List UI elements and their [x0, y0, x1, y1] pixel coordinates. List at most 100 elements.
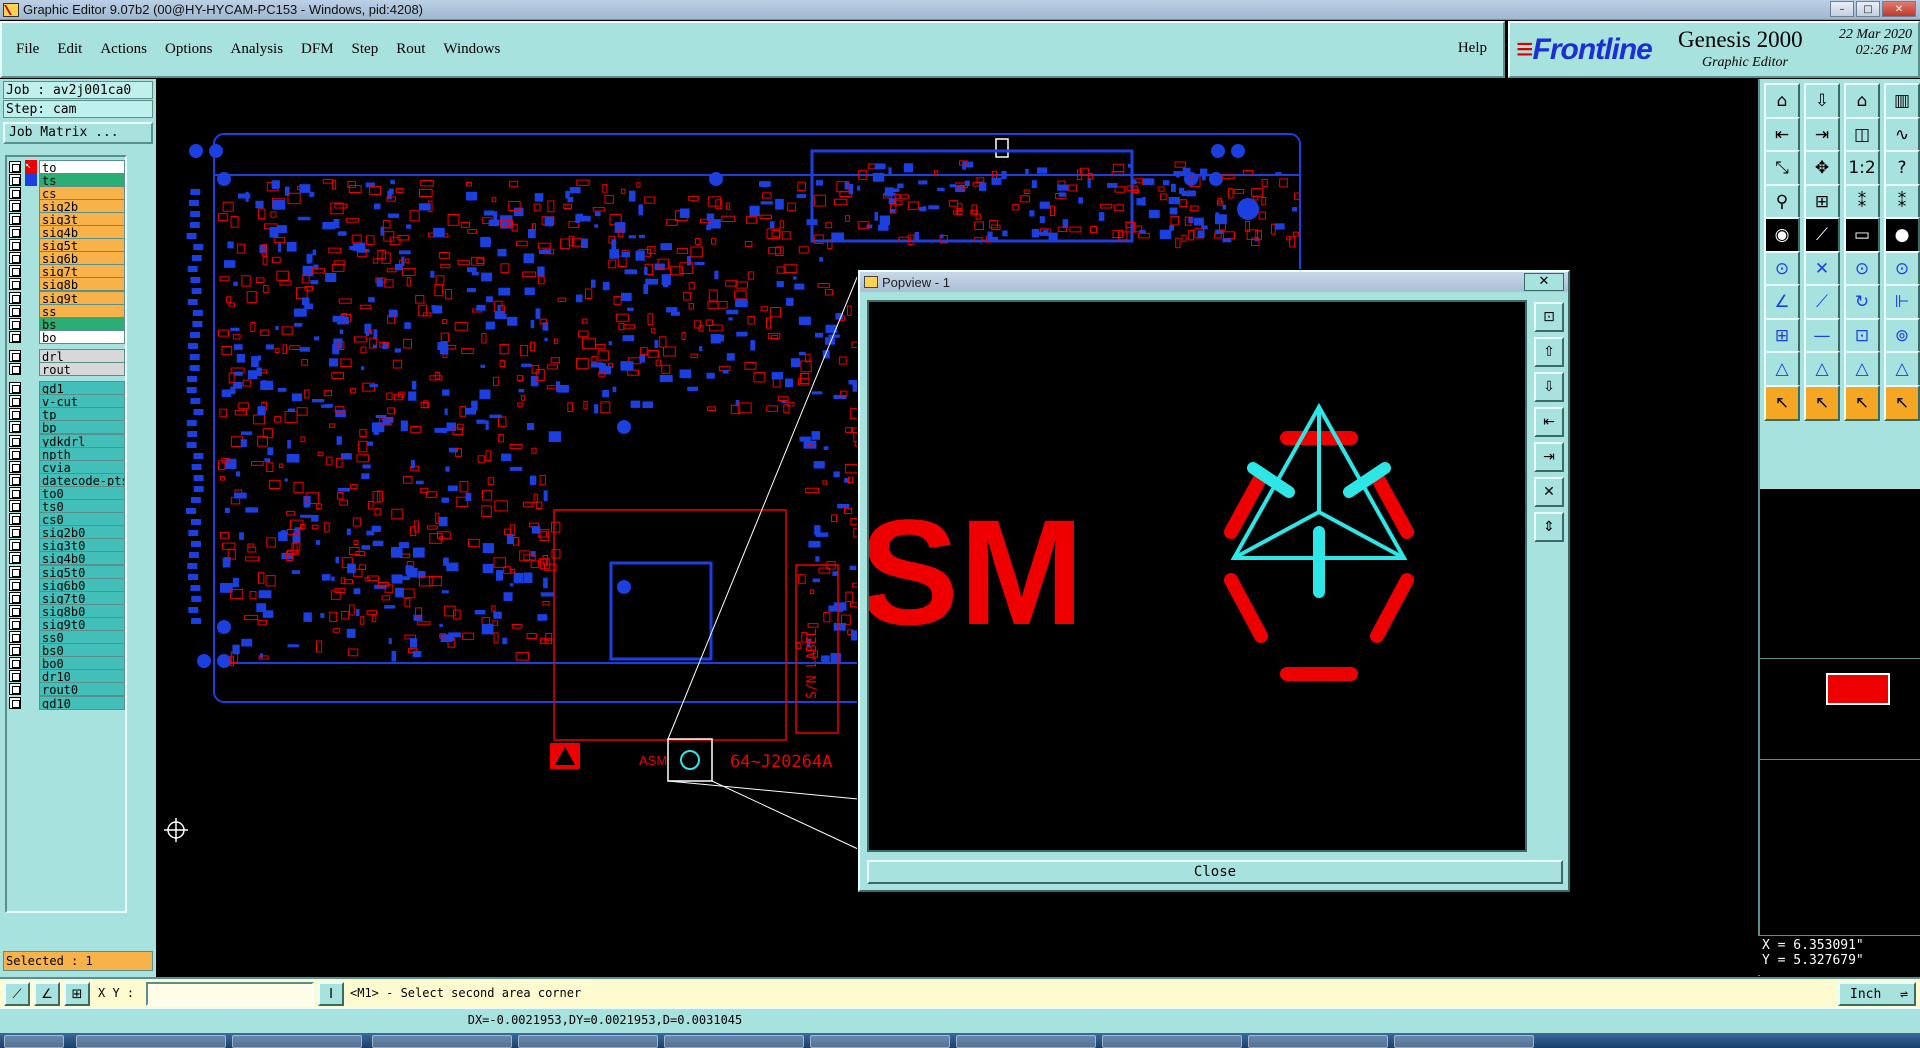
- layer-name[interactable]: gd10: [39, 695, 125, 710]
- snap-icon[interactable]: ⟋: [4, 982, 30, 1006]
- menu-windows[interactable]: Windows: [443, 41, 500, 58]
- taskbar-item[interactable]: [76, 1035, 226, 1048]
- layer-checkbox[interactable]: [9, 317, 21, 330]
- triangle-icon[interactable]: △: [1764, 351, 1800, 387]
- layer-checkbox[interactable]: [9, 186, 21, 199]
- taskbar-item[interactable]: [1394, 1035, 1534, 1048]
- draw-line-icon[interactable]: ∠: [1764, 284, 1800, 320]
- layer-checkbox[interactable]: [9, 552, 21, 565]
- layer-checkbox[interactable]: [9, 291, 21, 304]
- taskbar-item[interactable]: [518, 1035, 658, 1048]
- connect-icon[interactable]: ⊙: [1884, 250, 1920, 287]
- select4-icon[interactable]: ↖: [1884, 384, 1920, 421]
- layer-checkbox[interactable]: [9, 460, 21, 473]
- menu-analysis[interactable]: Analysis: [231, 41, 284, 58]
- layer-checkbox[interactable]: [9, 212, 21, 225]
- fit-icon[interactable]: ◫: [1844, 116, 1880, 153]
- layer-checkbox[interactable]: [9, 330, 21, 343]
- pan-left-icon[interactable]: ⇤: [1534, 407, 1564, 437]
- layers-icon[interactable]: ⊩: [1884, 284, 1920, 320]
- layer-name[interactable]: bo: [39, 329, 125, 344]
- zoom-in-icon[interactable]: ✥: [1804, 150, 1840, 186]
- taskbar-item[interactable]: [956, 1035, 1096, 1048]
- resize-icon[interactable]: ⊡: [1844, 317, 1880, 354]
- layer-row[interactable]: bo: [9, 329, 125, 344]
- menu-actions[interactable]: Actions: [100, 41, 147, 58]
- menu-rout[interactable]: Rout: [396, 41, 425, 58]
- edit-line-icon[interactable]: ⟋: [1804, 284, 1840, 320]
- xy-input[interactable]: [146, 982, 314, 1006]
- zoom-home-icon[interactable]: ⇩: [1534, 372, 1564, 402]
- layer-checkbox[interactable]: [9, 434, 21, 447]
- layer-checkbox[interactable]: [9, 604, 21, 617]
- layer-checkbox[interactable]: [9, 382, 21, 395]
- layer-checkbox[interactable]: [9, 565, 21, 578]
- taskbar-item[interactable]: [372, 1035, 512, 1048]
- home-icon[interactable]: ⌂: [1764, 83, 1800, 119]
- taskbar-item[interactable]: [664, 1035, 804, 1048]
- pad-edit-icon[interactable]: ⊞: [1764, 317, 1800, 354]
- layer-checkbox[interactable]: [9, 644, 21, 657]
- pan-left-icon[interactable]: ⇤: [1764, 116, 1800, 153]
- layer-checkbox[interactable]: [9, 173, 21, 186]
- layer-checkbox[interactable]: [9, 226, 21, 238]
- layer-checkbox[interactable]: [9, 363, 21, 375]
- select2-icon[interactable]: ↖: [1804, 384, 1840, 421]
- menu-edit[interactable]: Edit: [57, 41, 82, 58]
- layer-checkbox[interactable]: [9, 447, 21, 460]
- close-window-button[interactable]: ✕: [1882, 1, 1916, 17]
- layer-checkbox[interactable]: [9, 617, 21, 630]
- layer-checkbox[interactable]: [9, 683, 21, 696]
- add-line-icon[interactable]: ⟋: [1804, 217, 1840, 253]
- cursor-mode-icon[interactable]: I: [318, 982, 344, 1006]
- home-icon[interactable]: ⇧: [1534, 337, 1564, 367]
- layer-checkbox[interactable]: [9, 408, 21, 421]
- layer-checkbox[interactable]: [9, 278, 21, 291]
- ratio-icon[interactable]: 1:2: [1844, 150, 1880, 186]
- layer-checkbox[interactable]: [9, 631, 21, 643]
- select3-icon[interactable]: ↖: [1844, 384, 1880, 421]
- cut-icon[interactable]: —: [1804, 317, 1840, 354]
- help-icon[interactable]: ?: [1884, 150, 1920, 186]
- popview-close-button[interactable]: Close: [867, 860, 1563, 884]
- unit-selector[interactable]: Inch ⇌: [1838, 982, 1916, 1006]
- move-icon[interactable]: ⊙: [1764, 250, 1800, 287]
- zoom-in-icon[interactable]: ⇕: [1534, 512, 1564, 542]
- layer-checkbox[interactable]: [9, 265, 21, 278]
- house-icon[interactable]: ⌂: [1844, 83, 1880, 119]
- angle-icon[interactable]: ∠: [34, 982, 60, 1006]
- layer-checkbox[interactable]: [9, 160, 21, 173]
- layer-checkbox[interactable]: [9, 304, 21, 317]
- overview-viewport[interactable]: [1826, 673, 1890, 705]
- layer-row[interactable]: gd10: [9, 695, 125, 710]
- grid-icon[interactable]: ⊞: [1804, 183, 1840, 220]
- layer-checkbox[interactable]: [9, 473, 21, 486]
- layer-checkbox[interactable]: [9, 252, 21, 265]
- measure-icon[interactable]: ⁑: [1844, 183, 1880, 220]
- taskbar-item[interactable]: [810, 1035, 950, 1048]
- menu-file[interactable]: File: [16, 41, 39, 58]
- menu-dfm[interactable]: DFM: [301, 41, 334, 58]
- taskbar-item[interactable]: [1102, 1035, 1242, 1048]
- wave-icon[interactable]: ∿: [1884, 116, 1920, 153]
- panel-icon[interactable]: ▥: [1884, 83, 1920, 119]
- popview-window[interactable]: Popview - 1 ✕ SM ⊡ ⇧ ⇩ ⇤ ⇥ ✕ ⇕ Close: [858, 270, 1570, 892]
- zoom-fit-icon[interactable]: ⊡: [1534, 302, 1564, 332]
- menu-step[interactable]: Step: [352, 41, 379, 58]
- overview-map[interactable]: [1758, 658, 1920, 760]
- drill-icon[interactable]: ⁑: [1884, 183, 1920, 220]
- start-button[interactable]: [4, 1035, 64, 1048]
- layer-name[interactable]: rout: [39, 362, 125, 376]
- triangle4-icon[interactable]: △: [1884, 351, 1920, 387]
- layer-checkbox[interactable]: [9, 486, 21, 499]
- zoom-home-icon[interactable]: ⇩: [1804, 83, 1840, 119]
- zoom-out-icon[interactable]: ✕: [1534, 477, 1564, 507]
- layer-checkbox[interactable]: [9, 395, 21, 408]
- popview-canvas[interactable]: SM: [867, 300, 1527, 852]
- triangle2-icon[interactable]: △: [1804, 351, 1840, 387]
- pan-right-icon[interactable]: ⇥: [1804, 116, 1840, 153]
- layer-checkbox[interactable]: [9, 539, 21, 552]
- maximize-button[interactable]: □: [1856, 1, 1880, 17]
- layer-checkbox[interactable]: [9, 500, 21, 512]
- layer-checkbox[interactable]: [9, 578, 21, 591]
